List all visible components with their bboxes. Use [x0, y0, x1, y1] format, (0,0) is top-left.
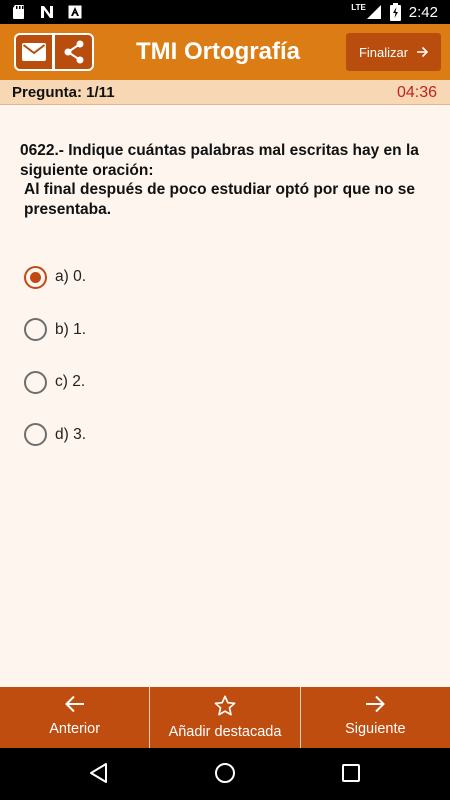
radio-button[interactable] [24, 370, 47, 394]
option-a[interactable]: a) 0. [24, 251, 86, 304]
home-icon[interactable] [214, 762, 236, 784]
radio-button-selected[interactable] [24, 265, 47, 289]
radio-button[interactable] [24, 318, 47, 342]
battery-charging-icon [389, 3, 401, 21]
mail-button[interactable] [14, 33, 54, 71]
question-info-bar: Pregunta: 1/11 04:36 [0, 80, 450, 105]
next-label: Siguiente [345, 721, 406, 737]
signal-icon [366, 5, 381, 19]
add-favorite-label: Añadir destacada [168, 724, 282, 740]
option-label: c) 2. [55, 373, 86, 391]
option-label: a) 0. [55, 268, 87, 286]
option-d[interactable]: d) 3. [24, 409, 86, 462]
back-icon[interactable] [88, 762, 108, 784]
question-sentence: Al final después de poco estudiar optó p… [24, 181, 415, 218]
previous-label: Anterior [49, 721, 101, 737]
radio-button[interactable] [24, 423, 47, 447]
option-b[interactable]: b) 1. [24, 304, 86, 357]
lte-icon: LTE [351, 2, 366, 12]
star-icon [214, 695, 236, 716]
countdown-timer: 04:36 [396, 84, 437, 101]
system-nav-bar [0, 748, 450, 800]
finish-button-label: Finalizar [358, 44, 409, 60]
arrow-left-icon [64, 695, 84, 713]
arrow-right-icon [366, 695, 386, 713]
previous-button[interactable]: Anterior [0, 687, 149, 748]
n-logo-icon [41, 6, 53, 18]
option-label: b) 1. [55, 320, 87, 338]
sd-card-icon [13, 5, 24, 19]
next-button[interactable]: Siguiente [299, 687, 450, 748]
recents-icon[interactable] [342, 764, 360, 782]
share-button[interactable] [54, 33, 94, 71]
a-notification-icon [68, 5, 82, 19]
mail-icon [22, 43, 46, 61]
question-prompt: 0622.- Indique cuántas palabras mal escr… [20, 142, 419, 179]
arrow-right-icon [417, 46, 429, 58]
option-c[interactable]: c) 2. [24, 356, 86, 409]
finish-button[interactable]: Finalizar [346, 33, 441, 71]
status-time: 2:42 [408, 3, 438, 21]
app-title: TMI Ortografía [136, 38, 301, 65]
answer-options: a) 0. b) 1. c) 2. d) 3. [24, 251, 86, 461]
app-bar: TMI Ortografía Finalizar [0, 24, 450, 80]
status-bar: LTE 2:42 [0, 0, 450, 24]
option-label: d) 3. [55, 425, 87, 443]
question-text: 0622.- Indique cuántas palabras mal escr… [20, 141, 438, 219]
bottom-action-bar: Anterior Añadir destacada Siguiente [0, 687, 450, 748]
question-counter: Pregunta: 1/11 [12, 84, 115, 101]
add-favorite-button[interactable]: Añadir destacada [149, 687, 299, 748]
share-icon [64, 40, 83, 64]
